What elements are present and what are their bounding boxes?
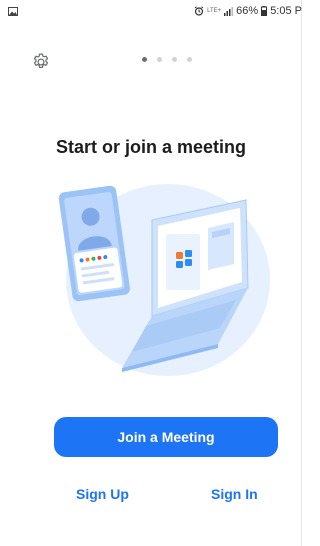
clock: 5:05 P	[270, 5, 302, 17]
signal-icon	[224, 6, 234, 16]
page-indicator	[142, 57, 192, 62]
page-dot	[172, 57, 177, 62]
battery-icon	[261, 6, 268, 16]
sign-up-link[interactable]: Sign Up	[76, 486, 129, 502]
settings-gear-icon[interactable]	[31, 52, 51, 72]
join-meeting-button[interactable]: Join a Meeting	[54, 417, 278, 457]
meeting-illustration	[58, 184, 270, 376]
app-screen: LTE+ 66% 5:05 P Start or join a meeting	[0, 0, 302, 546]
alarm-icon	[194, 6, 204, 16]
page-dot	[157, 57, 162, 62]
onboarding-title: Start or join a meeting	[55, 137, 247, 157]
page-dot	[187, 57, 192, 62]
image-icon	[8, 6, 18, 16]
sign-in-link[interactable]: Sign In	[211, 486, 258, 502]
lte-label: LTE+	[207, 8, 222, 14]
page-dot-active	[142, 57, 147, 62]
battery-percent: 66%	[236, 5, 259, 17]
status-bar: LTE+ 66% 5:05 P	[0, 0, 302, 22]
